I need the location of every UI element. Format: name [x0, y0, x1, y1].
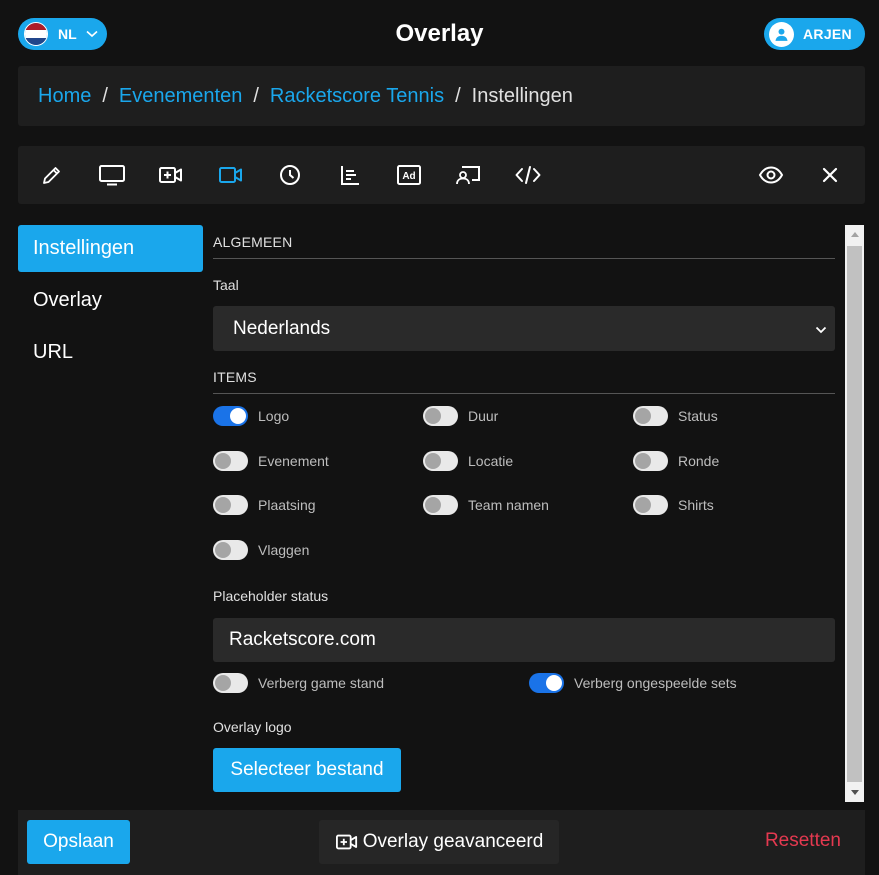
sidebar-item-label: URL: [33, 341, 74, 363]
list-chart-icon[interactable]: [336, 161, 364, 189]
sidebar-item-instellingen[interactable]: Instellingen: [18, 225, 203, 272]
video-camera-icon[interactable]: [217, 161, 245, 189]
toggle-switch-evenement[interactable]: [213, 450, 248, 471]
breadcrumb-event-link[interactable]: Racketscore Tennis: [270, 85, 444, 108]
section-heading-items: ITEMS: [213, 369, 835, 394]
page-title: Overlay: [395, 20, 484, 47]
overlay-advanced-button[interactable]: Overlay geavanceerd: [319, 820, 559, 864]
toggle-row-plaatsing: Plaatsing: [213, 483, 423, 528]
breadcrumb: Home / Evenementen / Racketscore Tennis …: [18, 66, 865, 126]
toggle-switch-team-namen[interactable]: [423, 495, 458, 516]
breadcrumb-home-link[interactable]: Home: [38, 85, 91, 108]
select-file-button[interactable]: Selecteer bestand: [213, 748, 401, 792]
placeholder-status-label: Placeholder status: [213, 588, 329, 604]
toggle-row-shirts: Shirts: [633, 483, 835, 528]
toggle-row-vlaggen: Vlaggen: [213, 528, 423, 573]
toggle-switch-hide-game[interactable]: [213, 673, 248, 693]
placeholder-status-value: Racketscore.com: [229, 629, 376, 650]
user-menu-button[interactable]: ARJEN: [764, 18, 865, 50]
sidebar-item-label: Overlay: [33, 289, 102, 311]
toggle-switch-hide-sets[interactable]: [529, 673, 564, 693]
language-label: Taal: [213, 277, 239, 293]
scroll-down-arrow-icon[interactable]: [845, 784, 864, 802]
toggle-switch-shirts[interactable]: [633, 495, 668, 516]
breadcrumb-separator: /: [253, 84, 259, 107]
reset-button[interactable]: Resetten: [765, 830, 841, 852]
video-plus-icon[interactable]: [157, 161, 185, 189]
toggle-label: Evenement: [258, 452, 329, 469]
scroll-up-arrow-icon[interactable]: [845, 225, 864, 243]
top-bar: NL Overlay ARJEN: [0, 0, 879, 66]
save-button[interactable]: Opslaan: [27, 820, 130, 864]
user-name: ARJEN: [803, 26, 852, 42]
sidebar-item-overlay[interactable]: Overlay: [18, 277, 203, 324]
toggle-label: Status: [678, 408, 718, 425]
overlay-advanced-label: Overlay geavanceerd: [362, 831, 544, 852]
toggle-switch-logo[interactable]: [213, 406, 248, 427]
toggle-switch-duur[interactable]: [423, 406, 458, 427]
breadcrumb-separator: /: [102, 84, 108, 107]
breadcrumb-separator: /: [455, 84, 461, 107]
eye-icon[interactable]: [757, 161, 785, 189]
cast-icon[interactable]: [455, 161, 483, 189]
toggle-label: Team namen: [468, 497, 549, 514]
toggle-row-hide-sets: Verberg ongespeelde sets: [529, 662, 737, 704]
settings-sidebar: Instellingen Overlay URL: [18, 225, 203, 381]
toggle-label: Shirts: [678, 497, 714, 514]
language-select[interactable]: Nederlands: [213, 306, 835, 351]
overlay-logo-label: Overlay logo: [213, 719, 292, 735]
toggle-row-logo: Logo: [213, 394, 423, 439]
user-icon: [769, 21, 794, 47]
breadcrumb-current: Instellingen: [471, 84, 573, 107]
video-plus-icon: [335, 831, 359, 853]
chevron-down-icon: [815, 318, 827, 340]
language-select-value: Nederlands: [233, 317, 331, 339]
sidebar-item-url[interactable]: URL: [18, 329, 203, 376]
toggle-label: Plaatsing: [258, 497, 316, 514]
toggle-row-hide-game: Verberg game stand: [213, 662, 529, 704]
sidebar-item-label: Instellingen: [33, 237, 135, 259]
toggle-row-duur: Duur: [423, 394, 633, 439]
monitor-icon[interactable]: [98, 161, 126, 189]
placeholder-status-input[interactable]: Racketscore.com: [213, 618, 835, 662]
toggle-switch-locatie[interactable]: [423, 450, 458, 471]
hide-options-row: Verberg game stand Verberg ongespeelde s…: [213, 662, 835, 704]
scrollbar-thumb[interactable]: [847, 246, 862, 782]
toggle-switch-plaatsing[interactable]: [213, 495, 248, 516]
toggle-row-locatie: Locatie: [423, 439, 633, 484]
breadcrumb-events-link[interactable]: Evenementen: [119, 85, 242, 108]
ad-icon[interactable]: Ad: [395, 161, 423, 189]
svg-text:Ad: Ad: [402, 171, 415, 182]
toggle-label: Verberg game stand: [258, 675, 385, 691]
toggle-row-team-namen: Team namen: [423, 483, 633, 528]
toggle-switch-vlaggen[interactable]: [213, 539, 248, 560]
toggle-label: Verberg ongespeelde sets: [574, 675, 737, 691]
settings-panel: ALGEMEEN Taal Nederlands ITEMS Logo Duur…: [213, 225, 835, 800]
toggle-row-evenement: Evenement: [213, 439, 423, 484]
toggle-switch-ronde[interactable]: [633, 450, 668, 471]
toggle-row-status: Status: [633, 394, 835, 439]
items-toggle-grid: Logo Duur Status Evenement Locatie Ronde…: [213, 394, 835, 572]
toggle-label: Ronde: [678, 452, 720, 469]
close-icon[interactable]: [816, 161, 844, 189]
footer-actions: Opslaan Overlay geavanceerd Resetten: [18, 810, 865, 875]
code-icon[interactable]: [514, 161, 542, 189]
content-scrollbar[interactable]: [845, 225, 864, 802]
toggle-row-ronde: Ronde: [633, 439, 835, 484]
pencil-icon[interactable]: [38, 161, 66, 189]
section-heading-general: ALGEMEEN: [213, 234, 835, 259]
toggle-label: Logo: [258, 408, 290, 425]
toolbar: Ad: [18, 146, 865, 204]
clock-icon[interactable]: [276, 161, 304, 189]
toggle-label: Duur: [468, 408, 499, 425]
toggle-label: Locatie: [468, 452, 514, 469]
toggle-label: Vlaggen: [258, 541, 310, 558]
toggle-switch-status[interactable]: [633, 406, 668, 427]
